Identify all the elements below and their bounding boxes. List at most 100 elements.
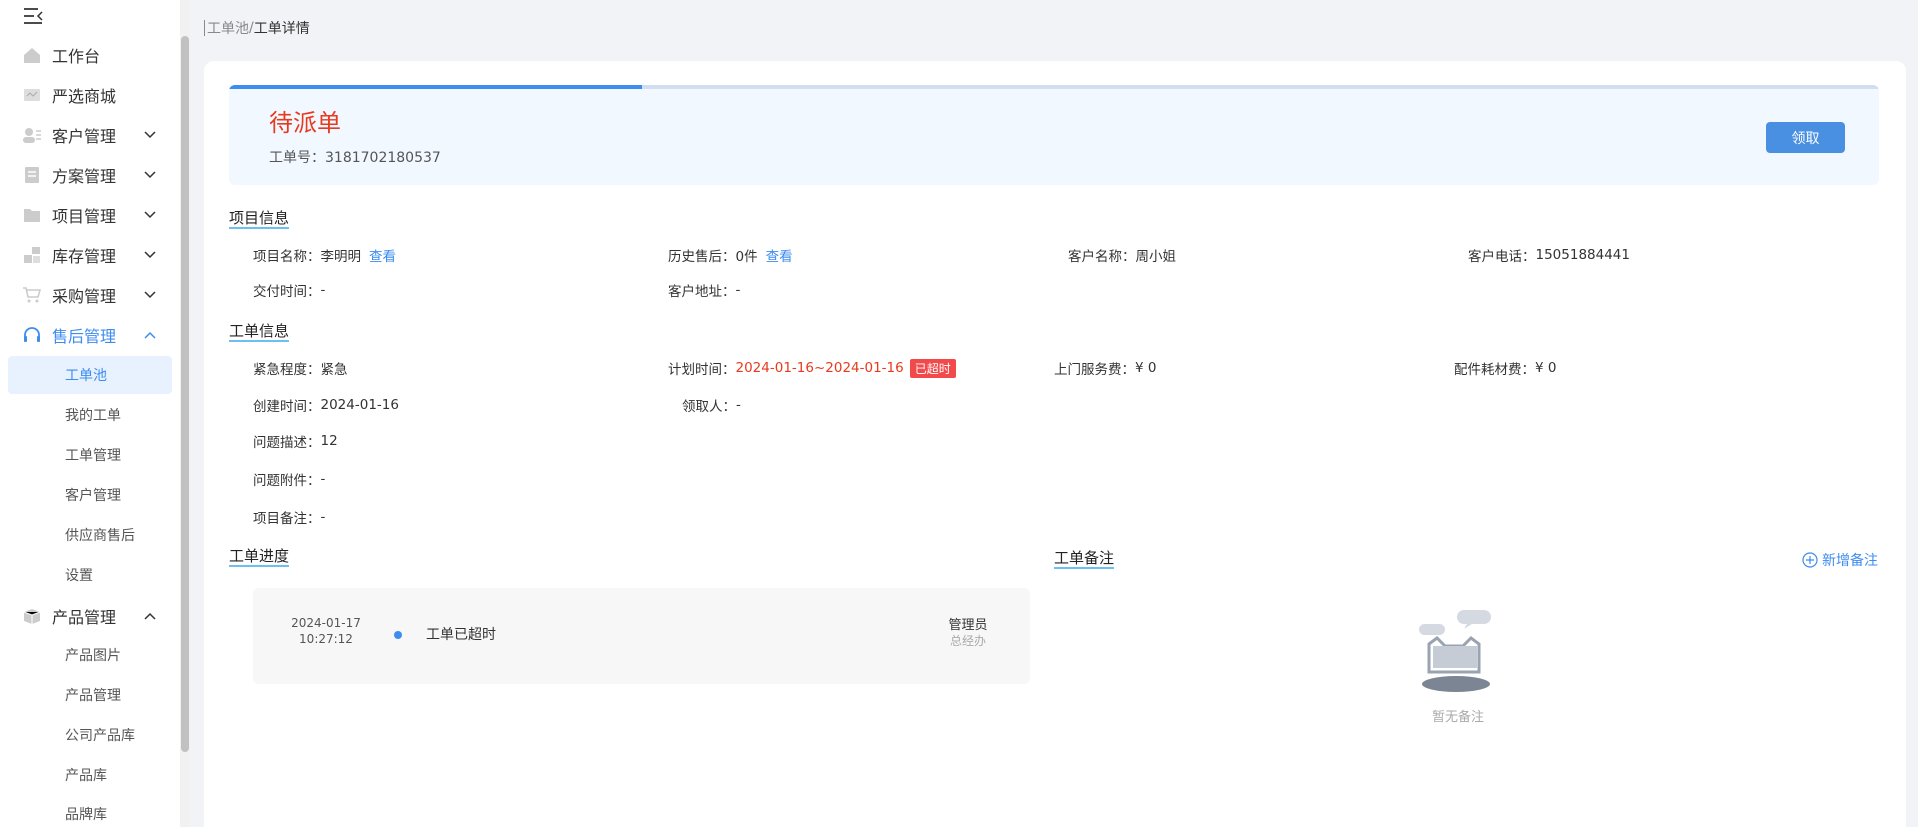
menu-item-label: 产品管理 — [52, 608, 117, 627]
field-parts-fee: 配件耗材费： ¥ 0 — [1454, 358, 1556, 378]
chevron-down-icon — [144, 171, 156, 179]
scrollbar-thumb[interactable] — [181, 36, 189, 752]
plus-circle-icon — [1802, 552, 1818, 568]
menu-item-customer[interactable]: 客户管理 — [0, 115, 181, 155]
view-history-link[interactable]: 查看 — [766, 245, 793, 265]
field-label: 配件耗材费： — [1454, 362, 1535, 378]
field-value: ¥ 0 — [1135, 360, 1157, 376]
field-value: 12 — [320, 433, 338, 449]
field-label: 问题附件： — [253, 473, 321, 489]
field-label: 问题描述： — [253, 435, 321, 451]
sub-item-supplier-after-sales[interactable]: 供应商售后 — [8, 516, 172, 554]
sub-item-order-management[interactable]: 工单管理 — [8, 436, 172, 474]
field-label: 历史售后： — [668, 249, 736, 265]
field-value: - — [320, 471, 326, 487]
breadcrumb: 工单池 / 工单详情 — [204, 18, 310, 38]
field-visit-fee: 上门服务费： ¥ 0 — [1054, 358, 1156, 378]
field-attachment: 问题附件： - — [253, 469, 325, 489]
folder-icon — [24, 209, 40, 222]
menu-item-label: 方案管理 — [52, 167, 117, 186]
project-info-title: 项目信息 — [229, 209, 290, 229]
sub-item-product-management[interactable]: 产品管理 — [8, 676, 172, 714]
user-icon — [23, 128, 41, 143]
field-label: 项目备注： — [253, 511, 321, 527]
field-delivery-time: 交付时间： - — [253, 280, 325, 300]
status-title: 待派单 — [269, 109, 341, 137]
progress-log-entry: 2024-01-17 10:27:12 工单已超时 管理员 总经办 — [253, 588, 1030, 684]
field-label: 上门服务费： — [1054, 362, 1135, 378]
empty-notes-icon — [1419, 610, 1491, 692]
sub-item-product-library[interactable]: 产品库 — [8, 756, 172, 794]
field-label: 计划时间： — [668, 362, 736, 378]
sub-item-settings[interactable]: 设置 — [8, 556, 172, 594]
sub-item-brand-library[interactable]: 品牌库 — [8, 795, 172, 827]
field-value: 紧急 — [320, 362, 348, 378]
timeline-dot — [394, 631, 402, 639]
status-progress-fill — [229, 85, 642, 89]
menu-item-label: 项目管理 — [52, 207, 117, 226]
store-icon — [24, 89, 40, 101]
order-number-value: 3181702180537 — [325, 150, 441, 166]
view-project-link[interactable]: 查看 — [369, 245, 396, 265]
field-value: 2024-01-16 — [320, 397, 399, 413]
section-title-text: 项目信息 — [229, 209, 290, 229]
empty-notes-text: 暂无备注 — [1431, 710, 1484, 725]
field-receiver: 领取人： - — [682, 395, 741, 415]
document-icon — [25, 167, 39, 183]
field-value: - — [320, 282, 326, 298]
menu-item-label: 售后管理 — [52, 327, 117, 346]
field-value: ¥ 0 — [1535, 360, 1557, 376]
log-time: 10:27:12 — [299, 632, 353, 646]
log-role: 总经办 — [949, 634, 986, 648]
field-customer-name: 客户名称： 周小姐 — [1068, 245, 1176, 265]
boxes-icon — [24, 247, 40, 263]
home-icon — [24, 48, 40, 63]
field-value: 0件 — [735, 249, 758, 265]
section-title-text: 工单备注 — [1054, 549, 1115, 569]
log-date: 2024-01-17 — [291, 616, 361, 630]
menu-item-workbench[interactable]: 工作台 — [0, 35, 181, 75]
box-icon — [23, 609, 41, 624]
log-datetime: 2024-01-17 10:27:12 — [286, 615, 366, 647]
field-label: 紧急程度： — [253, 362, 321, 378]
field-plan-time: 计划时间： 2024-01-16~2024-01-16 已超时 — [668, 358, 956, 378]
order-info-title: 工单信息 — [229, 322, 290, 342]
progress-log-title: 工单进度 — [229, 547, 290, 567]
sub-item-customer-management[interactable]: 客户管理 — [8, 476, 172, 514]
field-label: 项目名称： — [253, 249, 321, 265]
menu-item-after-sales[interactable]: 售后管理 — [0, 315, 181, 355]
sidebar-scrollbar[interactable] — [180, 0, 190, 827]
menu-item-purchase[interactable]: 采购管理 — [0, 275, 181, 315]
sub-item-order-pool[interactable]: 工单池 — [8, 356, 172, 394]
menu-item-project[interactable]: 项目管理 — [0, 195, 181, 235]
menu-item-inventory[interactable]: 库存管理 — [0, 235, 181, 275]
field-problem: 问题描述： 12 — [253, 431, 338, 451]
log-user: 管理员 — [948, 618, 988, 633]
field-label: 创建时间： — [253, 399, 321, 415]
sub-item-company-product-library[interactable]: 公司产品库 — [8, 716, 172, 754]
overdue-badge: 已超时 — [909, 358, 956, 378]
field-label: 客户电话： — [1468, 249, 1536, 265]
section-title-text: 工单进度 — [229, 547, 290, 567]
claim-button[interactable]: 领取 — [1766, 122, 1845, 153]
menu-item-mall[interactable]: 严选商城 — [0, 75, 181, 115]
cart-icon — [23, 287, 41, 303]
chevron-up-icon — [144, 331, 156, 339]
menu-item-product[interactable]: 产品管理 — [0, 596, 181, 636]
menu-collapse-icon[interactable] — [22, 6, 44, 26]
chevron-down-icon — [144, 251, 156, 259]
sub-item-my-orders[interactable]: 我的工单 — [8, 396, 172, 434]
field-value: - — [736, 397, 741, 413]
breadcrumb-parent[interactable]: 工单池 — [207, 18, 249, 38]
menu-item-label: 客户管理 — [52, 127, 117, 146]
log-text: 工单已超时 — [426, 627, 496, 643]
menu-item-plan[interactable]: 方案管理 — [0, 155, 181, 195]
sub-item-product-images[interactable]: 产品图片 — [8, 636, 172, 674]
field-value: - — [735, 282, 741, 298]
order-number-label: 工单号： — [269, 150, 325, 166]
chevron-down-icon — [144, 131, 156, 139]
status-progress-track — [229, 85, 1879, 89]
add-note-button[interactable]: 新增备注 — [1802, 550, 1878, 570]
field-created-time: 创建时间： 2024-01-16 — [253, 395, 399, 415]
field-customer-phone: 客户电话： 15051884441 — [1468, 245, 1630, 265]
